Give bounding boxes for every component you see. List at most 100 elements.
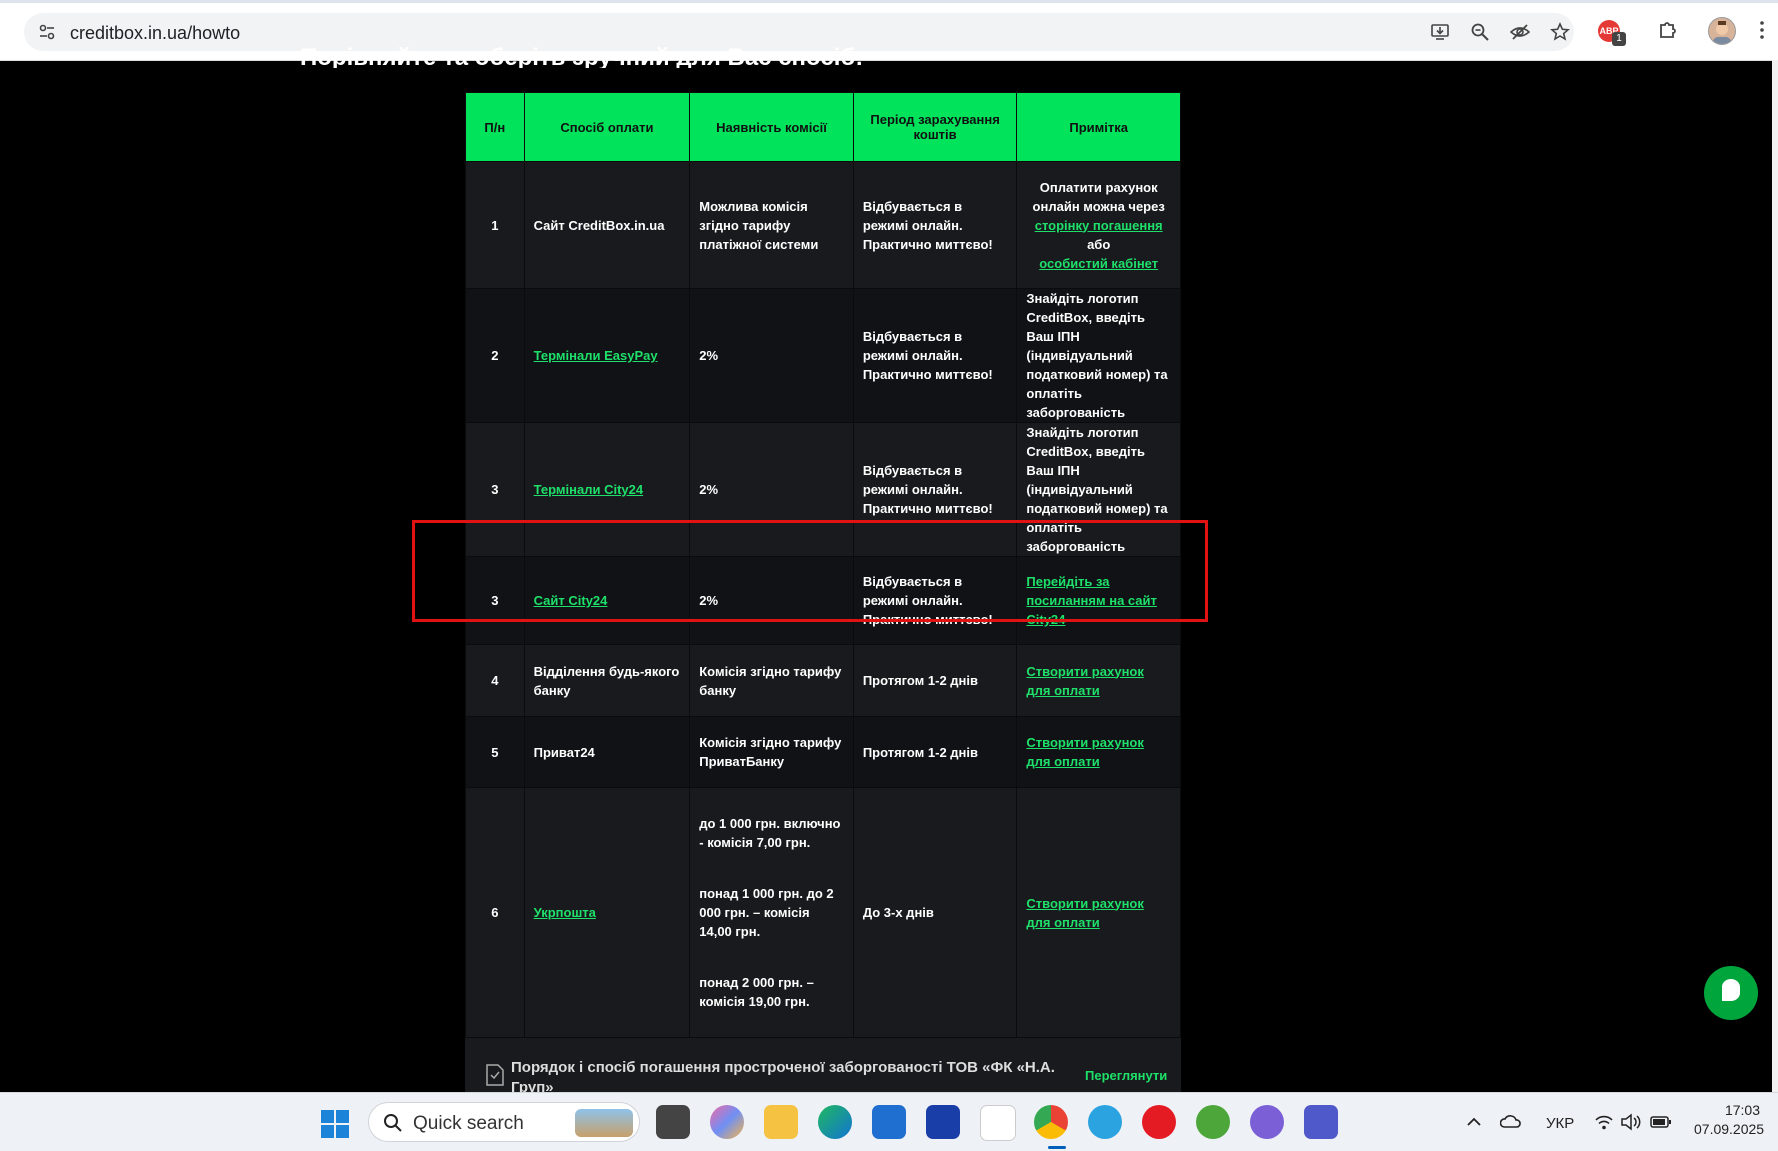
task-view-icon[interactable] bbox=[656, 1105, 690, 1139]
fee-tier: понад 1 000 грн. до 2 000 грн. – комісія… bbox=[699, 886, 834, 939]
section-heading: Порівняйте та оберіть зручний для Вас сп… bbox=[300, 44, 864, 68]
row-note: Створити рахунок для оплати bbox=[1016, 716, 1181, 788]
row-note: Оплатити рахунок онлайн можна через стор… bbox=[1016, 161, 1181, 289]
city24-terminals-link[interactable]: Термінали City24 bbox=[534, 482, 643, 497]
banner-text: Порядок і спосіб погашення простроченої … bbox=[511, 1059, 1055, 1092]
battery-icon[interactable] bbox=[1650, 1115, 1672, 1129]
bookmark-star-icon[interactable] bbox=[1550, 22, 1570, 42]
personal-cabinet-link[interactable]: особистий кабінет bbox=[1039, 256, 1158, 271]
page-scrollbar[interactable] bbox=[1772, 60, 1778, 1092]
table-row: 6 Укрпошта до 1 000 грн. включно - коміс… bbox=[465, 787, 1181, 1038]
eye-off-icon[interactable] bbox=[1510, 22, 1530, 42]
row-fee: Можлива комісія згідно тарифу платіжної … bbox=[689, 161, 854, 289]
l-app-icon[interactable] bbox=[926, 1105, 960, 1139]
document-icon bbox=[486, 1064, 504, 1086]
col-header-num: П/н bbox=[465, 92, 525, 162]
row-num: 6 bbox=[465, 787, 525, 1038]
profile-face-icon bbox=[1713, 21, 1731, 44]
system-clock[interactable]: 17:03 07.09.2025 bbox=[1694, 1101, 1765, 1139]
row-method: Сайт CreditBox.in.ua bbox=[523, 161, 691, 289]
row-fee: до 1 000 грн. включно - комісія 7,00 грн… bbox=[689, 787, 854, 1038]
teams-icon[interactable] bbox=[1304, 1105, 1338, 1139]
repayment-page-link[interactable]: сторінку погашення bbox=[1035, 218, 1163, 233]
row-fee: Комісія згідно тарифу ПриватБанку bbox=[689, 716, 854, 788]
table-row: 1 Сайт CreditBox.in.ua Можлива комісія з… bbox=[465, 161, 1181, 289]
file-explorer-icon[interactable] bbox=[764, 1105, 798, 1139]
row-num: 4 bbox=[465, 644, 525, 717]
chat-button[interactable] bbox=[1704, 966, 1758, 1020]
table-row: 2 Термінали EasyPay 2% Відбувається в ре… bbox=[465, 288, 1181, 423]
col-header-fee: Наявність комісії bbox=[689, 92, 854, 162]
row-period: Відбувається в режимі онлайн. Практично … bbox=[852, 288, 1018, 423]
row-num: 2 bbox=[465, 288, 525, 423]
install-app-icon[interactable] bbox=[1430, 22, 1450, 42]
note-text: Оплатити рахунок онлайн можна через bbox=[1032, 179, 1165, 214]
profile-avatar[interactable] bbox=[1708, 17, 1736, 45]
col-header-period: Період зарахування коштів bbox=[852, 92, 1018, 162]
volume-icon[interactable] bbox=[1620, 1113, 1642, 1131]
telegram-icon[interactable] bbox=[1088, 1105, 1122, 1139]
ukrposhta-link[interactable]: Укрпошта bbox=[534, 905, 596, 920]
row-note: Знайдіть логотип CreditBox, введіть Ваш … bbox=[1016, 288, 1181, 423]
table-row: 5 Приват24 Комісія згідно тарифу ПриватБ… bbox=[465, 716, 1181, 788]
site-info-icon[interactable] bbox=[38, 23, 56, 41]
row-method: Термінали EasyPay bbox=[523, 288, 691, 423]
fee-tier: до 1 000 грн. включно - комісія 7,00 грн… bbox=[699, 816, 841, 850]
col-header-note: Примітка bbox=[1016, 92, 1181, 162]
row-period: Протягом 1-2 днів bbox=[852, 716, 1018, 788]
row-note: Створити рахунок для оплати bbox=[1016, 787, 1181, 1038]
store-icon[interactable] bbox=[872, 1105, 906, 1139]
row-fee: Комісія згідно тарифу банку bbox=[689, 644, 854, 717]
overdue-debt-banner: Порядок і спосіб погашення простроченої … bbox=[465, 1038, 1181, 1092]
row-note: Створити рахунок для оплати bbox=[1016, 644, 1181, 717]
view-link[interactable]: Переглянути bbox=[1085, 1068, 1167, 1083]
row-method: Укрпошта bbox=[523, 787, 691, 1038]
easypay-terminals-link[interactable]: Термінали EasyPay bbox=[534, 348, 658, 363]
row-method: Відділення будь-якого банку bbox=[523, 644, 691, 717]
taskbar-search[interactable]: Quick search bbox=[368, 1102, 640, 1142]
fee-tier: понад 2 000 грн. – комісія 19,00 грн. bbox=[699, 975, 814, 1009]
url-text[interactable]: creditbox.in.ua/howto bbox=[70, 23, 240, 44]
extensions-puzzle-icon[interactable] bbox=[1656, 18, 1680, 42]
row-num: 5 bbox=[465, 716, 525, 788]
chat-bubble-icon bbox=[1722, 978, 1740, 1001]
row-period: Відбувається в режимі онлайн. Практично … bbox=[852, 161, 1018, 289]
row-fee: 2% bbox=[689, 288, 854, 423]
row-method: Приват24 bbox=[523, 716, 691, 788]
col-header-method: Спосіб оплати bbox=[523, 92, 691, 162]
table-header-row: П/н Спосіб оплати Наявність комісії Пері… bbox=[465, 92, 1181, 162]
row-num: 1 bbox=[465, 161, 525, 289]
create-invoice-link[interactable]: Створити рахунок для оплати bbox=[1026, 664, 1144, 698]
row-period: Протягом 1-2 днів bbox=[852, 644, 1018, 717]
zoom-icon[interactable] bbox=[1470, 22, 1490, 42]
search-icon bbox=[384, 1114, 402, 1132]
adblock-count-badge: 1 bbox=[1612, 32, 1626, 46]
chevron-up-icon[interactable] bbox=[1466, 1115, 1482, 1129]
tab-strip-edge bbox=[0, 0, 1778, 3]
highlight-box bbox=[412, 520, 1208, 622]
copilot-icon[interactable] bbox=[710, 1105, 744, 1139]
edge-icon[interactable] bbox=[818, 1105, 852, 1139]
utorrent-icon[interactable] bbox=[1196, 1105, 1230, 1139]
note-text: або bbox=[1087, 236, 1111, 252]
browser-toolbar: creditbox.in.ua/howto ABP 1 bbox=[0, 0, 1778, 61]
clock-time: 17:03 bbox=[1724, 1102, 1760, 1118]
browser-menu-icon[interactable] bbox=[1758, 18, 1766, 42]
opera-icon[interactable] bbox=[1142, 1105, 1176, 1139]
windows-start-icon[interactable] bbox=[320, 1109, 350, 1139]
dropbox-icon[interactable] bbox=[980, 1105, 1016, 1141]
clock-date: 07.09.2025 bbox=[1694, 1121, 1765, 1137]
search-highlight-image bbox=[575, 1109, 633, 1137]
wifi-icon[interactable] bbox=[1594, 1113, 1614, 1131]
create-invoice-link[interactable]: Створити рахунок для оплати bbox=[1026, 896, 1144, 930]
onedrive-icon[interactable] bbox=[1500, 1113, 1522, 1129]
create-invoice-link[interactable]: Створити рахунок для оплати bbox=[1026, 735, 1144, 769]
chrome-active-indicator bbox=[1048, 1146, 1066, 1149]
row-period: До 3-х днів bbox=[852, 787, 1018, 1038]
windows-taskbar: Quick search УКР 17:03 07.09.2025 bbox=[0, 1092, 1778, 1151]
viber-icon[interactable] bbox=[1250, 1105, 1284, 1139]
chrome-icon[interactable] bbox=[1034, 1105, 1068, 1139]
search-placeholder: Quick search bbox=[413, 1113, 524, 1134]
table-row: 4 Відділення будь-якого банку Комісія зг… bbox=[465, 644, 1181, 717]
language-indicator[interactable]: УКР bbox=[1546, 1115, 1574, 1132]
